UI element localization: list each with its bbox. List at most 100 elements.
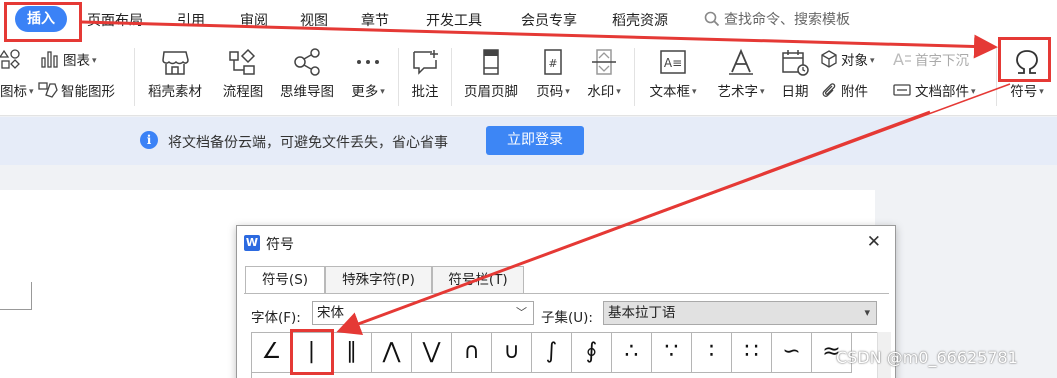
drop-cap-icon: A [893,50,911,69]
symbol-cell[interactable]: ∶ [692,333,732,373]
font-label: 字体(F): [251,310,301,326]
wordart-button[interactable]: 艺术字 ▾ [710,48,772,100]
chevron-down-icon: ▾ [691,87,697,97]
subset-value: 基本拉丁语 [608,305,676,321]
mindmap-label: 思维导图 [280,84,334,100]
smart-art-button[interactable]: 智能图形 [38,80,115,100]
svg-text:A≡: A≡ [664,56,682,70]
docer-material-button[interactable]: 稻壳素材 [144,48,206,100]
chevron-down-icon: ▾ [380,87,385,97]
symbol-cell[interactable]: ∠ [252,333,292,373]
shapes-icon [0,49,20,69]
smart-art-icon [38,82,58,98]
more-button[interactable]: 更多 ▾ [346,48,390,100]
dropdown-arrow-icon: ▾ [864,306,870,319]
object-label: 对象 [841,53,868,69]
annotation-box-symbol [998,37,1051,82]
date-button[interactable]: 日期 [776,48,814,100]
dialog-title: 符号 [266,237,294,253]
tab-symbols[interactable]: 符号(S) [245,266,325,294]
calendar-icon [782,50,809,76]
symbol-cell[interactable]: ∥ [332,333,372,373]
icon-library-label: 图标 [0,84,27,100]
tab-special-chars[interactable]: 特殊字符(P) [325,266,432,293]
tab-docer-resources[interactable]: 稻壳资源 [612,10,668,30]
menu-bar: 插入 页面布局 引用 审阅 视图 章节 开发工具 会员专享 稻壳资源 查找命令、… [0,0,1057,40]
subset-select[interactable]: 基本拉丁语 ▾ [603,301,877,325]
page-number-label: 页码 [536,84,564,100]
bar-chart-icon [41,51,58,68]
wps-logo-icon: W [244,235,260,251]
date-label: 日期 [781,84,809,100]
separator [398,48,399,106]
chevron-down-icon: ▾ [1039,87,1044,97]
ribbon-toolbar: 图标 ▾ 图表 ▾ 智能图形 稻壳素材 流程图 思维导图 更多 ▾ 批注 页眉页脚 #… [0,40,1057,116]
svg-text:#: # [548,57,557,70]
symbol-cell[interactable]: ∽ [772,333,812,373]
notice-text: 将文档备份云端，可避免文件丢失，省心省事 [168,135,448,151]
chevron-down-icon: ▾ [92,56,97,66]
chevron-down-icon: ▾ [870,56,875,66]
symbol-cell[interactable]: ∷ [732,333,772,373]
chart-button[interactable]: 图表 ▾ [40,49,97,69]
tab-references[interactable]: 引用 [177,10,205,30]
comment-icon [413,50,438,75]
more-label: 更多 [351,84,379,100]
page-number-button[interactable]: # 页码 ▾ [530,48,576,100]
search-icon [704,11,720,27]
symbol-cell[interactable]: ⋁ [412,333,452,373]
attachment-button[interactable]: 附件 [820,80,868,100]
symbol-label: 符号 [1010,84,1038,100]
shapes-button[interactable] [0,49,25,70]
svg-text:A: A [893,50,904,68]
chevron-down-icon: ▾ [971,87,976,97]
header-footer-button[interactable]: 页眉页脚 [459,48,523,100]
symbol-cell[interactable]: ∵ [652,333,692,373]
tab-view[interactable]: 视图 [300,10,328,30]
tab-page-layout[interactable]: 页面布局 [87,10,143,30]
textbox-label: 文本框 [649,84,690,100]
separator [134,48,135,106]
flowchart-button[interactable]: 流程图 [218,48,268,100]
tab-chapter[interactable]: 章节 [361,10,389,30]
csdn-watermark: CSDN @m0_66625781 [836,348,1018,367]
separator [634,48,635,106]
symbol-cell[interactable]: ∫ [532,333,572,373]
tab-member[interactable]: 会员专享 [521,10,577,30]
drop-cap-button[interactable]: A 首字下沉 [892,49,969,69]
symbol-grid: ∠ | ∥ ⋀ ⋁ ∩ ∪ ∫ ∮ ∴ ∵ ∶ ∷ ∽ ≈ [251,332,878,378]
command-search[interactable]: 查找命令、搜索模板 [704,9,850,29]
object-button[interactable]: 对象 ▾ [820,49,875,69]
symbol-cell[interactable]: ∮ [572,333,612,373]
doc-parts-icon [893,84,911,96]
subset-label: 子集(U): [541,310,593,326]
login-button[interactable]: 立即登录 [486,126,584,155]
symbol-cell[interactable]: ∪ [492,333,532,373]
watermark-label: 水印 [587,84,615,100]
symbol-cell[interactable]: ∩ [452,333,492,373]
smart-art-label: 智能图形 [61,84,115,100]
symbol-cell[interactable]: ⋀ [372,333,412,373]
chevron-down-icon: ▾ [29,87,34,97]
flowchart-icon [229,48,256,75]
tab-developer[interactable]: 开发工具 [426,10,482,30]
tab-symbol-bar[interactable]: 符号栏(T) [432,266,524,293]
watermark-button[interactable]: 水印 ▾ [580,48,628,100]
page-number-icon: # [544,49,562,75]
font-select[interactable]: 宋体 ﹀ [312,301,534,325]
header-footer-icon [483,49,499,75]
separator [996,48,997,106]
tab-review[interactable]: 审阅 [240,10,268,30]
search-placeholder: 查找命令、搜索模板 [724,12,850,28]
close-icon[interactable]: ✕ [867,232,881,252]
chevron-down-icon: ﹀ [516,306,527,319]
doc-parts-button[interactable]: 文档部件 ▾ [892,80,976,100]
symbol-cell[interactable]: ∴ [612,333,652,373]
mindmap-icon [294,48,320,76]
icon-library-button[interactable]: 图标 ▾ [0,80,34,100]
comment-button[interactable]: 批注 [406,48,444,100]
chevron-down-icon: ▾ [759,87,765,97]
font-value: 宋体 [317,305,344,321]
mindmap-button[interactable]: 思维导图 [276,48,338,100]
textbox-button[interactable]: A≡ 文本框 ▾ [642,48,704,100]
